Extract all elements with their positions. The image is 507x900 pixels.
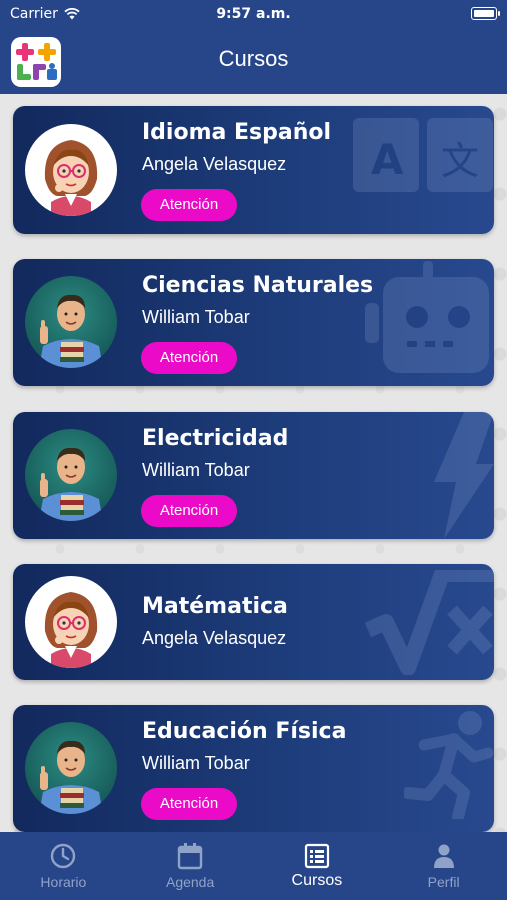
battery-icon [471,7,500,20]
course-teacher: William Tobar [142,307,250,327]
tab-horario[interactable]: Horario [0,832,127,900]
tab-label: Horario [40,874,87,890]
course-card-educacion-fisica[interactable]: Educación Física William Tobar Atención [13,705,494,832]
teacher-avatar-male [25,722,117,814]
atencion-button[interactable]: Atención [141,189,237,221]
teacher-avatar-female [25,124,117,216]
teacher-avatar-male [25,276,117,368]
course-title: Electricidad [142,426,289,451]
course-teacher: William Tobar [142,460,250,480]
course-list[interactable]: Idioma Español Angela Velasquez Atención… [0,94,507,832]
atencion-button[interactable]: Atención [141,342,237,374]
course-title: Matématica [142,594,288,619]
course-teacher: William Tobar [142,753,250,773]
status-bar: Carrier 9:57 a.m. [0,0,507,28]
person-icon [433,844,454,868]
teacher-avatar-male [25,429,117,521]
running-icon [404,711,494,819]
teacher-avatar-female [25,576,117,668]
course-title: Idioma Español [142,120,332,145]
tab-label: Perfil [427,874,460,890]
course-card-matematica[interactable]: Matématica Angela Velasquez [13,564,494,680]
top-bar: Carrier 9:57 a.m. Cursos [0,0,507,94]
course-title: Ciencias Naturales [142,273,374,298]
status-time: 9:57 a.m. [216,6,291,22]
calendar-icon [177,843,203,870]
course-card-ciencias-naturales[interactable]: Ciencias Naturales William Tobar Atenció… [13,259,494,386]
course-card-idioma-espanol[interactable]: Idioma Español Angela Velasquez Atención… [13,106,494,234]
tab-bar: Horario Agenda Cursos Perfil [0,832,507,900]
course-title: Educación Física [142,719,347,744]
atencion-button[interactable]: Atención [141,495,237,527]
atencion-button[interactable]: Atención [141,788,237,820]
svg-text:文: 文 [441,139,479,183]
robot-icon [365,261,489,373]
translate-icon: A 文 [353,118,493,192]
tab-label: Cursos [291,872,343,889]
list-icon [304,843,329,869]
page-title: Cursos [218,46,289,71]
square-root-icon [364,570,494,675]
course-teacher: Angela Velasquez [142,628,287,648]
svg-text:A: A [371,135,404,184]
tab-agenda[interactable]: Agenda [127,832,254,900]
lightning-icon [434,412,494,539]
tab-cursos[interactable]: Cursos [254,832,381,900]
tab-label: Agenda [165,874,215,890]
course-card-electricidad[interactable]: Electricidad William Tobar Atención [13,412,494,539]
course-teacher: Angela Velasquez [142,154,287,174]
tab-perfil[interactable]: Perfil [380,832,507,900]
clock-icon [51,843,76,869]
